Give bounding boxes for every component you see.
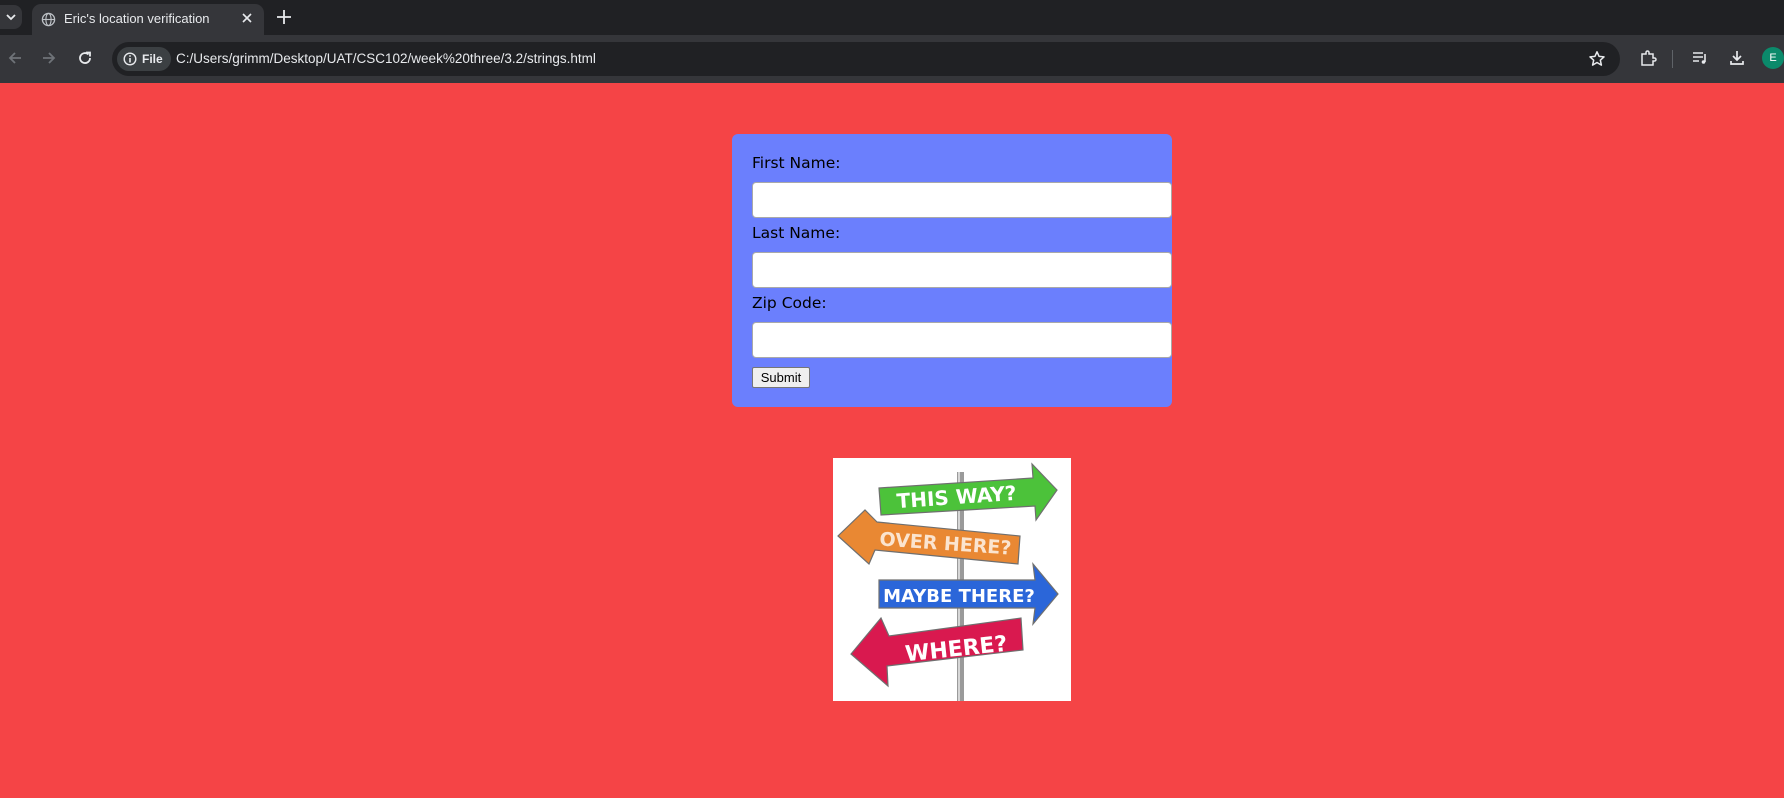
reload-button[interactable] — [76, 49, 94, 71]
bookmark-star-icon[interactable] — [1588, 50, 1606, 72]
back-button[interactable] — [6, 49, 24, 71]
reload-icon — [79, 51, 91, 64]
address-bar[interactable]: File C:/Users/grimm/Desktop/UAT/CSC102/w… — [112, 42, 1620, 76]
globe-icon — [41, 12, 56, 31]
new-tab-button[interactable] — [274, 7, 294, 31]
close-icon[interactable] — [240, 11, 254, 29]
plus-icon — [277, 10, 291, 24]
url-text[interactable]: C:/Users/grimm/Desktop/UAT/CSC102/week%2… — [176, 51, 596, 66]
downloads-icon[interactable] — [1727, 48, 1747, 72]
signpost-illustration: THIS WAY? OVER HERE? MAYBE THERE? WHERE? — [833, 458, 1071, 701]
arrow-maybe-there-text: MAYBE THERE? — [883, 586, 1035, 607]
arrow-left-icon — [8, 52, 21, 64]
media-controls-icon[interactable] — [1690, 48, 1710, 72]
tab-active[interactable]: Eric's location verification — [32, 4, 264, 35]
first-name-label: First Name: — [752, 154, 841, 172]
tab-strip: Eric's location verification — [0, 0, 1784, 35]
tab-search-button[interactable] — [0, 5, 22, 29]
signpost-image: THIS WAY? OVER HERE? MAYBE THERE? WHERE? — [833, 458, 1071, 701]
last-name-input[interactable] — [752, 252, 1172, 288]
toolbar-divider — [1672, 50, 1673, 68]
tab-title: Eric's location verification — [64, 11, 210, 26]
verification-form: First Name: Last Name: Zip Code: Submit — [732, 134, 1172, 407]
submit-button[interactable]: Submit — [752, 367, 810, 388]
info-icon — [123, 52, 137, 69]
forward-button[interactable] — [40, 49, 58, 71]
browser-toolbar: File C:/Users/grimm/Desktop/UAT/CSC102/w… — [0, 35, 1784, 83]
zip-code-input[interactable] — [752, 322, 1172, 358]
profile-avatar[interactable]: E — [1762, 47, 1784, 69]
first-name-input[interactable] — [752, 182, 1172, 218]
arrow-right-icon — [43, 52, 56, 64]
last-name-label: Last Name: — [752, 224, 841, 242]
chevron-down-icon — [6, 14, 16, 21]
extensions-icon[interactable] — [1638, 48, 1658, 72]
site-info-chip[interactable]: File — [117, 47, 171, 71]
site-info-label: File — [142, 52, 163, 66]
zip-code-label: Zip Code: — [752, 294, 827, 312]
